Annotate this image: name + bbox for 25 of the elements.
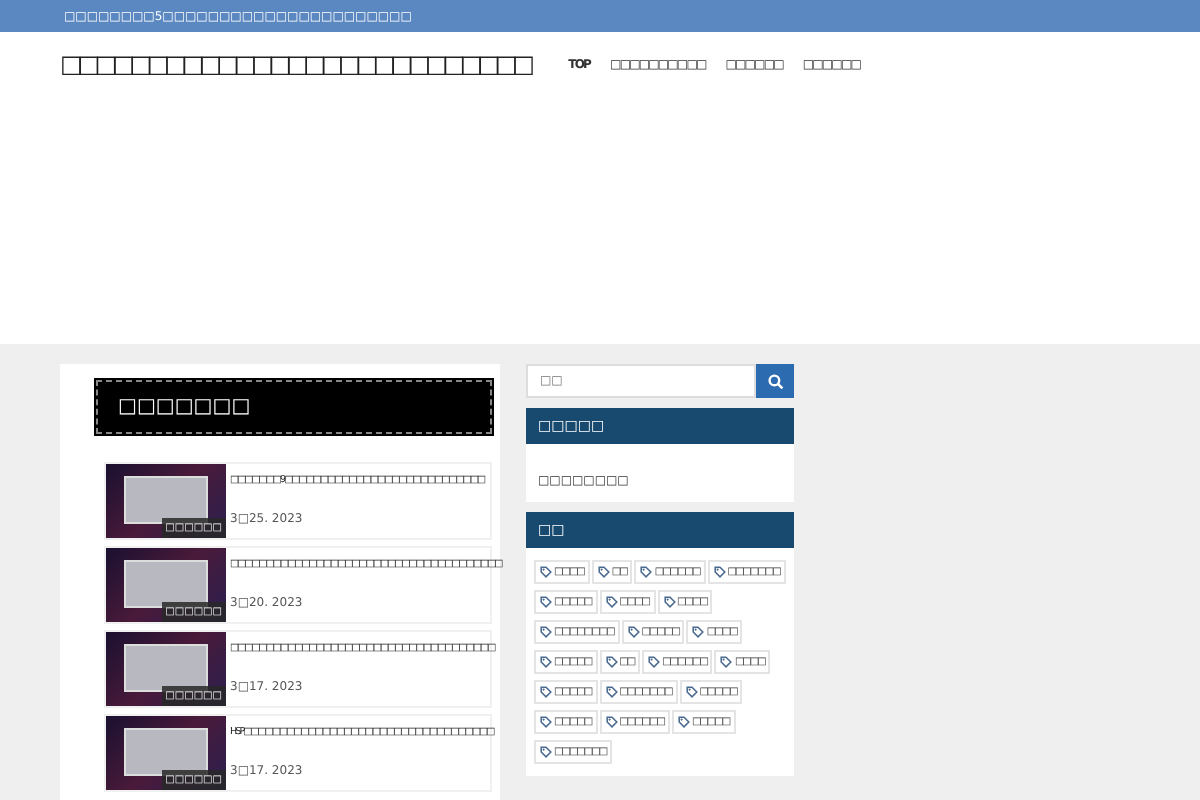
tag-icon — [685, 686, 698, 698]
search-icon — [767, 373, 783, 389]
tag-icon — [720, 656, 733, 668]
tag-icon — [663, 596, 676, 608]
tag-icon — [540, 716, 552, 728]
tag-icon — [540, 746, 552, 758]
tag-icon — [627, 626, 640, 638]
tag-icon — [605, 686, 618, 698]
tag-icon — [540, 626, 552, 638]
tag-icon — [597, 566, 610, 578]
site-title[interactable]: □□□□□□□□□□□□□□□□□□□□□□□□□□□ — [60, 50, 530, 78]
tag-icon — [640, 566, 653, 578]
section-heading: □□□□□□□ — [96, 380, 492, 434]
tag-icon — [648, 656, 661, 668]
tag-icon — [540, 566, 552, 578]
tag-icon — [605, 716, 618, 728]
tag-icon — [540, 656, 552, 668]
tag-icon — [713, 566, 726, 578]
tag-icon — [540, 596, 552, 608]
tag-icon — [692, 626, 705, 638]
tag-icon — [677, 716, 690, 728]
search-button[interactable] — [756, 364, 794, 398]
tag-icon — [605, 596, 618, 608]
tag-icon — [605, 656, 618, 668]
tag-icon — [540, 686, 552, 698]
